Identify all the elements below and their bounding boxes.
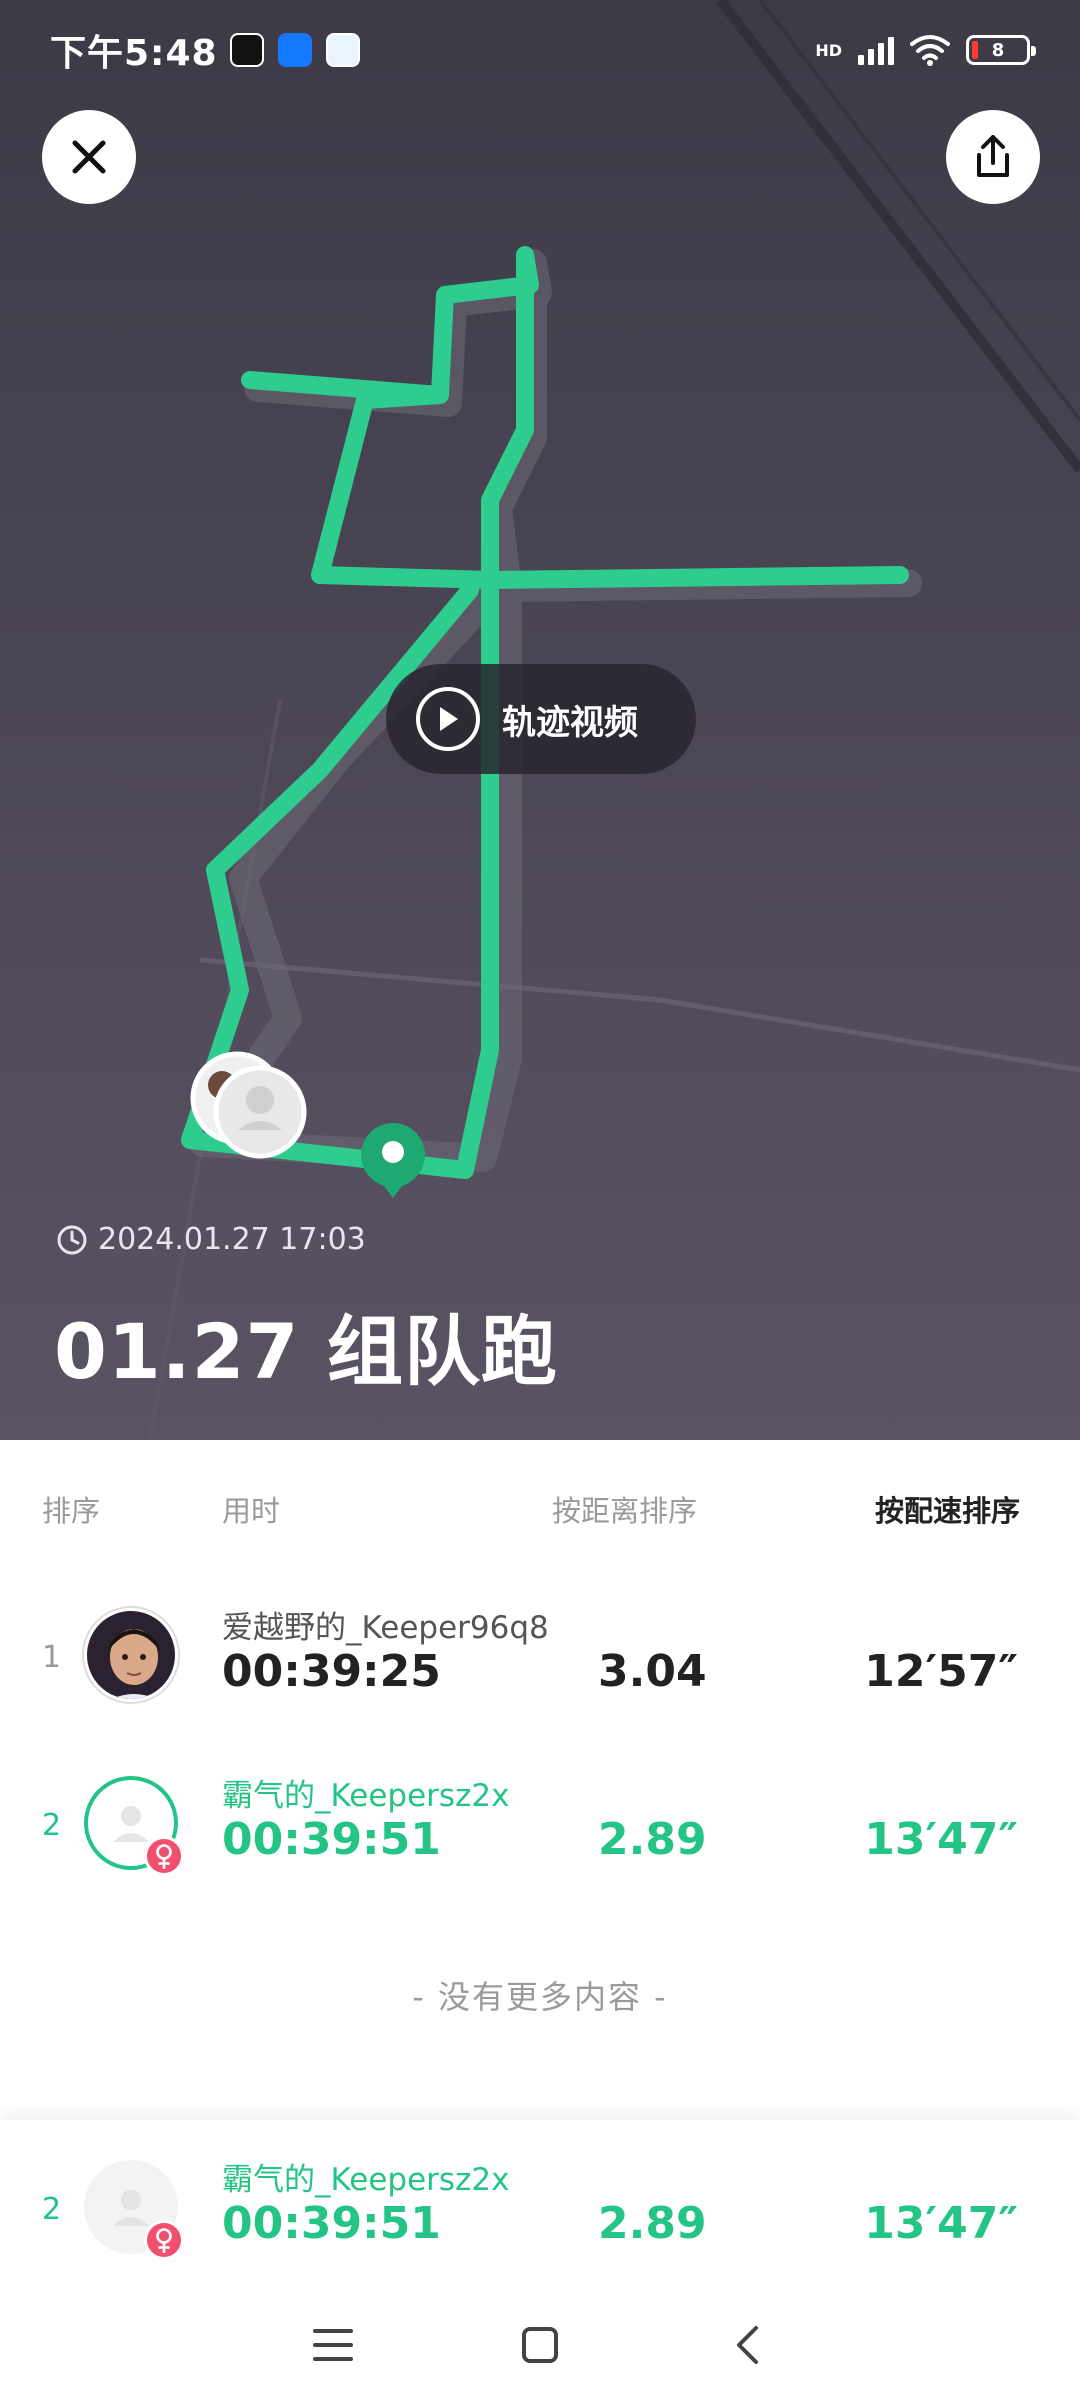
ranking-list: 排序 用时 按距离排序 按配速排序 1 爱越野的_Keeper96q8 00:3… <box>0 1440 1080 2120</box>
run-date: 2024.01.27 17:03 <box>56 1222 366 1257</box>
home-button[interactable] <box>510 2315 570 2375</box>
battery-icon: 8 <box>966 35 1036 65</box>
signal-icon <box>858 35 894 65</box>
runner-distance: 2.89 <box>598 2198 707 2249</box>
runner-time: 00:39:51 <box>222 1814 441 1865</box>
clock-icon <box>57 1225 87 1254</box>
hd-label: HD <box>815 40 842 60</box>
avatar[interactable] <box>84 1608 178 1702</box>
menu-button[interactable] <box>303 2315 363 2375</box>
user-photo <box>87 1611 175 1699</box>
female-icon <box>144 2220 184 2260</box>
battery-level: 8 <box>991 39 1005 61</box>
status-bar: 下午5:48 HD 8 <box>0 0 1080 100</box>
system-nav-bar <box>0 2290 1080 2400</box>
menu-icon <box>313 2329 354 2361</box>
runner-time: 00:39:51 <box>222 2198 441 2249</box>
runner-time: 00:39:25 <box>222 1646 441 1697</box>
rank-number: 1 <box>42 1640 62 1675</box>
runner-distance: 3.04 <box>598 1646 707 1697</box>
sort-by-distance-tab[interactable]: 按距离排序 <box>552 1488 697 1530</box>
header-time: 用时 <box>222 1494 281 1528</box>
sort-by-pace-tab[interactable]: 按配速排序 <box>875 1488 1020 1530</box>
wifi-icon <box>910 35 950 66</box>
runner-distance: 2.89 <box>598 1814 707 1865</box>
alipay-icon <box>277 33 312 67</box>
no-more-content-label: - 没有更多内容 - <box>412 1978 668 2016</box>
header-rank: 排序 <box>42 1494 101 1528</box>
back-chevron-icon <box>736 2326 758 2364</box>
status-time: 下午5:48 <box>50 33 218 74</box>
notification-icons <box>229 33 360 67</box>
avatar[interactable] <box>84 2160 184 2260</box>
avatar[interactable] <box>84 1776 184 1876</box>
run-date-text: 2024.01.27 17:03 <box>98 1222 366 1257</box>
track-video-button[interactable]: 轨迹视频 <box>386 664 696 774</box>
rank-number: 2 <box>42 1808 62 1843</box>
track-video-label: 轨迹视频 <box>502 702 638 743</box>
ranking-row[interactable]: 1 爱越野的_Keeper96q8 00:39:25 3.04 12′57″ <box>0 1590 1080 1740</box>
route-map[interactable]: 下午5:48 HD 8 轨迹视频 2024.01.27 17:03 01.27 … <box>0 0 1080 1440</box>
tiktok-icon <box>229 33 264 67</box>
runner-pace: 13′47″ <box>864 2198 1018 2249</box>
share-button[interactable] <box>946 110 1040 204</box>
share-icon <box>977 135 1009 177</box>
runner-name: 霸气的_Keepersz2x <box>222 1778 510 1814</box>
close-icon <box>72 140 106 174</box>
runner-name: 爱越野的_Keeper96q8 <box>222 1610 549 1646</box>
app-notification-icon <box>325 33 360 67</box>
runner-pace: 12′57″ <box>864 1646 1018 1697</box>
play-icon <box>416 687 480 751</box>
my-ranking-row[interactable]: 2 霸气的_Keepersz2x 00:39:51 2.89 13′47″ <box>0 2142 1080 2292</box>
back-button[interactable] <box>717 2315 777 2375</box>
home-square-icon <box>521 2327 558 2363</box>
run-title: 01.27 组队跑 <box>54 1307 558 1396</box>
my-ranking-bar: 2 霸气的_Keepersz2x 00:39:51 2.89 13′47″ <box>0 2120 1080 2290</box>
rank-number: 2 <box>42 2192 62 2227</box>
runner-pace: 13′47″ <box>864 1814 1018 1865</box>
ranking-row[interactable]: 2 霸气的_Keepersz2x 00:39:51 2.89 13′47″ <box>0 1758 1080 1908</box>
runner-name: 霸气的_Keepersz2x <box>222 2162 510 2198</box>
close-button[interactable] <box>42 110 136 204</box>
female-icon <box>144 1836 184 1876</box>
